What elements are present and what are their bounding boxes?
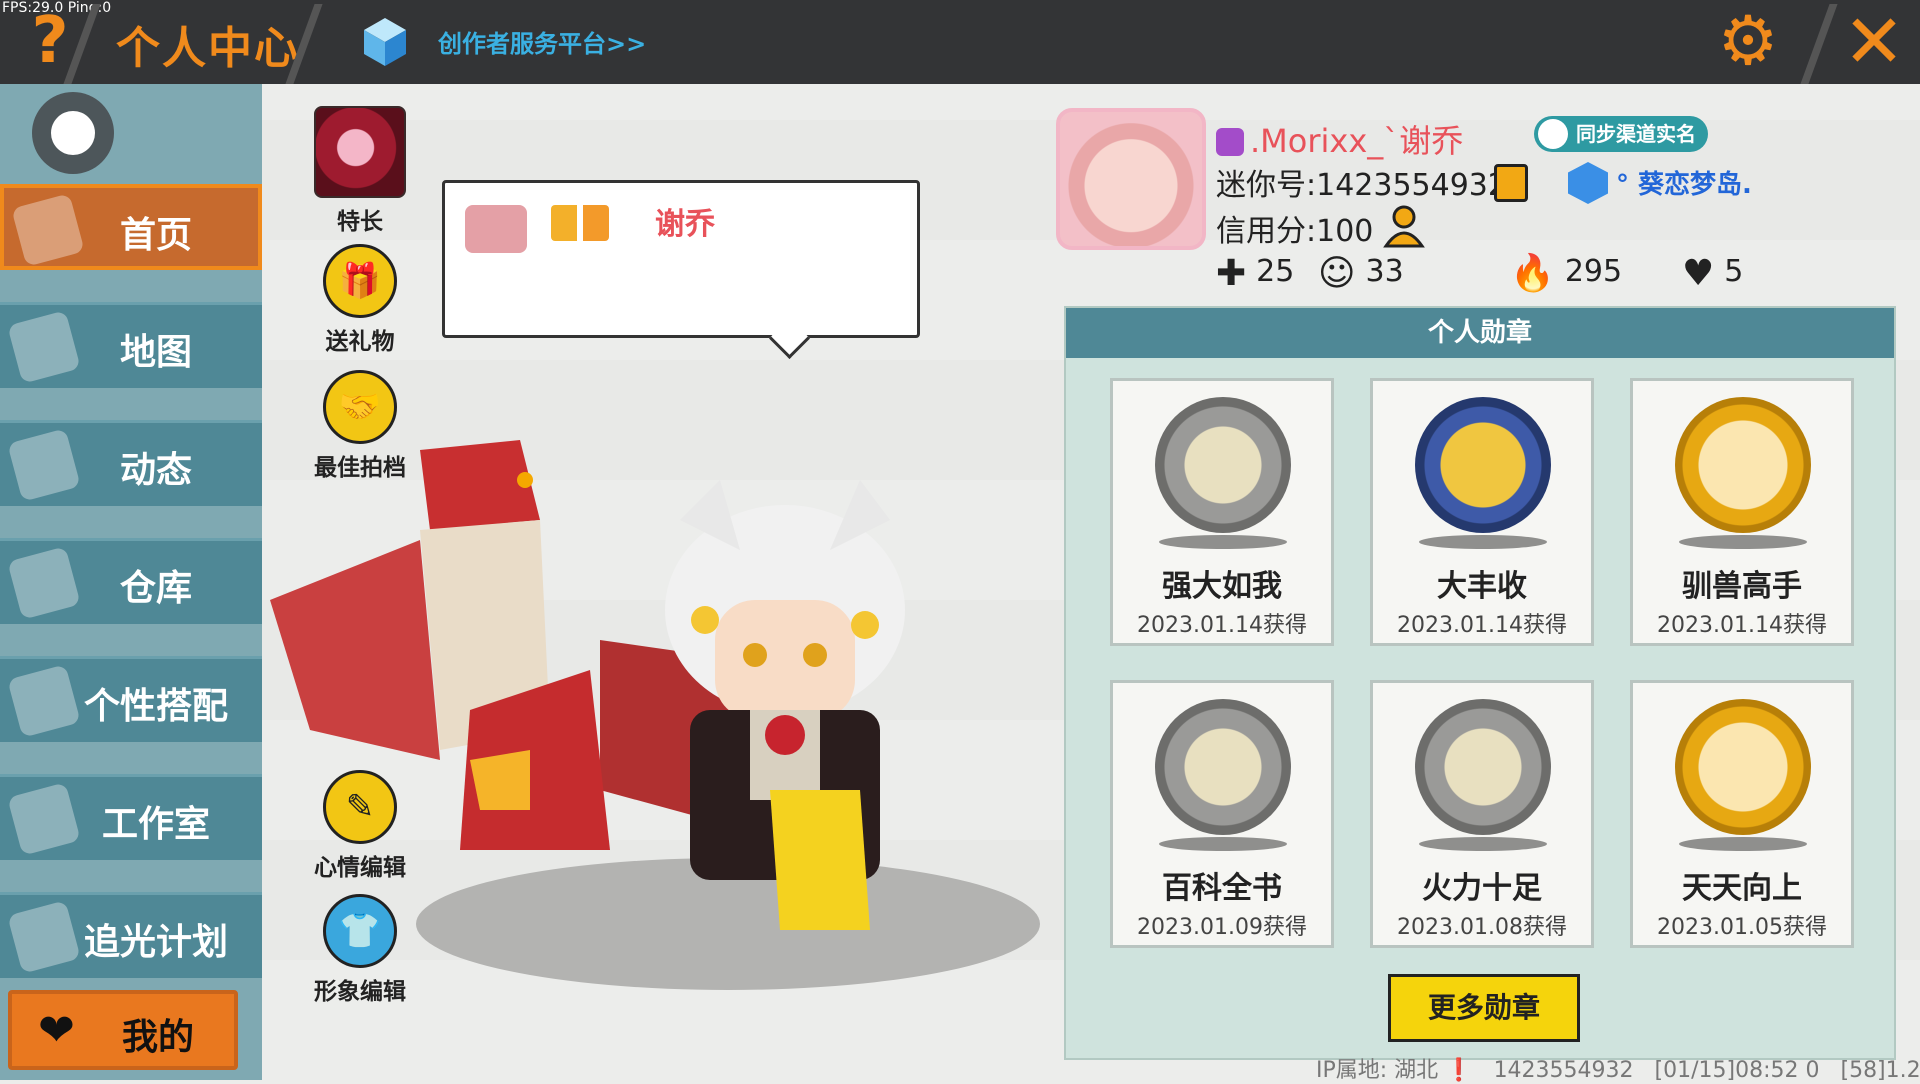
more-medals-button[interactable]: 更多勋章 <box>1388 974 1580 1042</box>
footer-uid: 1423554932 <box>1493 1058 1634 1083</box>
mine-label: 我的 <box>122 1017 195 1058</box>
medal-card[interactable]: 天天向上 2023.01.05获得 <box>1630 680 1854 948</box>
medals-title: 个人勋章 <box>1066 308 1894 358</box>
medal-date: 2023.01.08获得 <box>1397 915 1567 940</box>
specialty-image <box>314 106 406 198</box>
sidebar-item-label: 首页 <box>119 215 192 256</box>
footer-info: IP属地: 湖北 ❗ 1423554932 [01/15]08:52 0 [58… <box>1316 1052 1920 1084</box>
medal-card[interactable]: 百科全书 2023.01.09获得 <box>1110 680 1334 948</box>
sidebar-item-label: 地图 <box>119 332 192 373</box>
avatar-edit-label: 形象编辑 <box>314 979 406 1005</box>
stat-popularity[interactable]: 🔥 295 <box>1510 250 1622 294</box>
outfit-edit-icon: 👕 <box>323 894 397 968</box>
profile-avatar[interactable] <box>1056 108 1206 250</box>
medal-badge-icon <box>1155 699 1291 835</box>
creator-platform-link[interactable]: 创作者服务平台>> <box>438 24 646 59</box>
medal-badge-icon <box>1675 397 1811 533</box>
profile-name[interactable]: .Morixx_`谢乔 <box>1216 116 1463 162</box>
medal-date: 2023.01.14获得 <box>1657 613 1827 638</box>
specialty-label: 特长 <box>337 209 383 235</box>
medals-panel: 个人勋章 强大如我 2023.01.14获得 大丰收 2023.01.14获得 … <box>1064 306 1896 1060</box>
stat-value: 295 <box>1564 254 1623 289</box>
send-gift-button[interactable]: 🎁 送礼物 <box>300 244 420 356</box>
ip-location: IP属地: 湖北 <box>1316 1058 1439 1083</box>
stat-value: 5 <box>1724 254 1744 289</box>
medal-name: 天天向上 <box>1682 871 1802 906</box>
medal-card[interactable]: 大丰收 2023.01.14获得 <box>1370 378 1594 646</box>
sidebar-item-outfit[interactable]: 个性搭配 <box>0 656 262 742</box>
medal-name: 强大如我 <box>1162 569 1282 604</box>
stat-likes[interactable]: ♥ 5 <box>1682 250 1743 294</box>
mini-id: 迷你号:1423554932 <box>1216 168 1507 203</box>
sidebar-item-label: 动态 <box>119 450 192 491</box>
sidebar-item-studio[interactable]: 工作室 <box>0 774 262 860</box>
sidebar-item-label: 工作室 <box>101 804 210 845</box>
sidebar-item-label: 追光计划 <box>83 922 228 963</box>
sync-realname-button[interactable]: 同步渠道实名 <box>1534 116 1708 152</box>
footer-version: [58]1.23.0 <box>1840 1058 1920 1083</box>
mine-button[interactable]: ❤ 我的 <box>8 990 238 1070</box>
sidebar-item-home[interactable]: 首页 <box>0 184 262 270</box>
medal-date: 2023.01.14获得 <box>1397 613 1567 638</box>
top-bar: FPS:29.0 Ping:0 ? 个人中心 创作者服务平台>> ⚙ ✕ <box>0 0 1920 84</box>
sync-label: 同步渠道实名 <box>1576 122 1696 146</box>
player-character[interactable] <box>620 460 950 940</box>
medal-badge-icon <box>1415 397 1551 533</box>
avatar-face-icon <box>465 205 527 253</box>
sidebar: 首页 地图 动态 仓库 个性搭配 工作室 追光计划 <box>0 84 262 1080</box>
settings-gear-icon[interactable]: ⚙ <box>1712 6 1784 78</box>
medal-name: 驯兽高手 <box>1682 569 1802 604</box>
heart-icon: ♥ <box>1682 253 1715 294</box>
divider <box>1800 4 1838 84</box>
medal-card[interactable]: 火力十足 2023.01.08获得 <box>1370 680 1594 948</box>
flame-icon: 🔥 <box>1510 253 1555 294</box>
stat-value: 25 <box>1256 254 1295 289</box>
page-title: 个人中心 <box>116 23 300 74</box>
cube-icon[interactable] <box>362 16 408 68</box>
medal-name: 百科全书 <box>1162 871 1282 906</box>
mood-bubble[interactable]: 谢乔 <box>442 180 920 360</box>
sidebar-item-chase-light[interactable]: 追光计划 <box>0 892 262 978</box>
stat-fans[interactable]: ☺ 33 <box>1318 250 1404 294</box>
title-tag-icons <box>551 205 609 241</box>
mood-edit-label: 心情编辑 <box>314 855 406 881</box>
specialty-button[interactable]: 特长 <box>300 106 420 236</box>
bubble-name: 谢乔 <box>655 207 715 242</box>
medal-date: 2023.01.09获得 <box>1137 915 1307 940</box>
medal-date: 2023.01.14获得 <box>1137 613 1307 638</box>
copy-id-icon[interactable] <box>1494 164 1528 202</box>
avatar-edit-button[interactable]: 👕 形象编辑 <box>300 894 420 1006</box>
cheer-icon: ☺ <box>1318 253 1356 294</box>
plus-icon: ✚ <box>1216 253 1247 294</box>
sidebar-avatar-toggle[interactable] <box>32 92 114 174</box>
vip-m-icon <box>1216 128 1244 156</box>
medal-card[interactable]: 驯兽高手 2023.01.14获得 <box>1630 378 1854 646</box>
island-name[interactable]: ° 葵恋梦岛. <box>1616 164 1752 201</box>
sidebar-item-map[interactable]: 地图 <box>0 302 262 388</box>
credit-score: 信用分:100 <box>1216 214 1374 249</box>
stat-value: 33 <box>1365 254 1404 289</box>
close-icon[interactable]: ✕ <box>1838 4 1910 80</box>
sidebar-item-warehouse[interactable]: 仓库 <box>0 538 262 624</box>
medal-date: 2023.01.05获得 <box>1657 915 1827 940</box>
info-icon[interactable]: ❗ <box>1445 1058 1472 1083</box>
gift-icon: 🎁 <box>323 244 397 318</box>
medal-badge-icon <box>1675 699 1811 835</box>
profile-name-text: .Morixx_`谢乔 <box>1250 122 1464 160</box>
sidebar-item-feed[interactable]: 动态 <box>0 420 262 506</box>
medal-card[interactable]: 强大如我 2023.01.14获得 <box>1110 378 1334 646</box>
person-credit-icon[interactable] <box>1382 204 1426 248</box>
person-icon <box>1538 119 1568 149</box>
stat-posts[interactable]: ✚ 25 <box>1216 250 1294 294</box>
medal-badge-icon <box>1415 699 1551 835</box>
heart-icon: ❤ <box>38 1005 75 1056</box>
sidebar-item-label: 仓库 <box>119 568 192 609</box>
sidebar-item-label: 个性搭配 <box>83 686 228 727</box>
footer-time: [01/15]08:52 0 <box>1654 1058 1820 1083</box>
medal-name: 大丰收 <box>1437 569 1527 604</box>
medal-name: 火力十足 <box>1422 871 1542 906</box>
send-gift-label: 送礼物 <box>325 329 395 355</box>
medal-badge-icon <box>1155 397 1291 533</box>
